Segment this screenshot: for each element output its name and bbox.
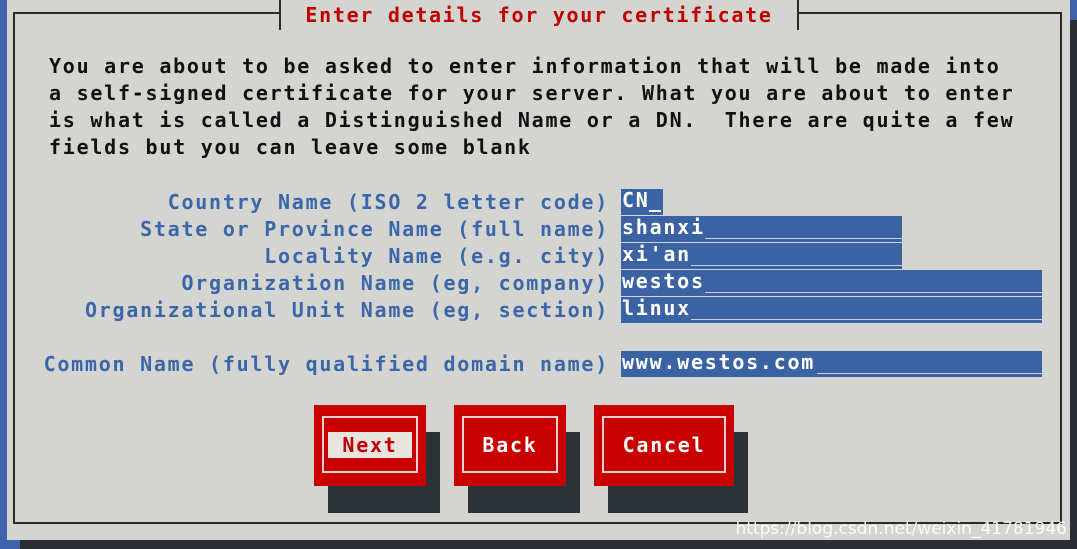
intro-line: fields but you can leave some blank (49, 135, 532, 159)
organization-field[interactable]: westos (621, 270, 1042, 296)
common-name-value: www.westos.com (622, 351, 816, 374)
certificate-dialog: Enter details for your certificate You a… (7, 0, 1070, 540)
back-button-frame: Back (462, 416, 558, 473)
cancel-button-label: Cancel (622, 432, 706, 457)
intro-line: is what is called a Distinguished Name o… (49, 108, 1015, 132)
locality-label: Locality Name (e.g. city) (264, 244, 609, 268)
field-underline (705, 238, 902, 239)
next-button-label: Next (328, 431, 412, 458)
locality-field[interactable]: xi'an (621, 243, 902, 269)
country-label: Country Name (ISO 2 letter code) (167, 190, 609, 214)
state-label: State or Province Name (full name) (140, 217, 609, 241)
country-field[interactable]: CN (621, 189, 663, 215)
field-underline (691, 319, 1042, 320)
organization-value: westos (622, 270, 705, 293)
intro-line: You are about to be asked to enter infor… (49, 54, 1001, 78)
dialog-title: Enter details for your certificate (279, 0, 799, 30)
common-name-field[interactable]: www.westos.com (621, 351, 1042, 377)
next-button[interactable]: Next (314, 405, 426, 486)
intro-text: You are about to be asked to enter infor… (49, 53, 1049, 161)
next-button-frame: Next (322, 416, 418, 473)
organization-label: Organization Name (eg, company) (181, 271, 609, 295)
dialog-title-text: Enter details for your certificate (305, 3, 773, 27)
field-underline (691, 265, 902, 266)
state-value: shanxi (622, 216, 705, 239)
locality-value: xi'an (622, 243, 691, 266)
back-button-label: Back (482, 432, 538, 457)
intro-line: a self-signed certificate for your serve… (49, 81, 1015, 105)
cursor (649, 210, 661, 212)
state-field[interactable]: shanxi (621, 216, 902, 242)
field-underline (705, 292, 1042, 293)
back-button[interactable]: Back (454, 405, 566, 486)
field-underline (817, 373, 1042, 374)
common-name-label: Common Name (fully qualified domain name… (43, 352, 609, 376)
country-value: CN (622, 189, 650, 212)
unit-field[interactable]: linux (621, 297, 1042, 323)
cancel-button[interactable]: Cancel (594, 405, 734, 486)
cancel-button-frame: Cancel (602, 416, 726, 473)
unit-value: linux (622, 297, 691, 320)
watermark: https://blog.csdn.net/weixin_41781946 (735, 519, 1067, 539)
unit-label: Organizational Unit Name (eg, section) (84, 298, 609, 322)
